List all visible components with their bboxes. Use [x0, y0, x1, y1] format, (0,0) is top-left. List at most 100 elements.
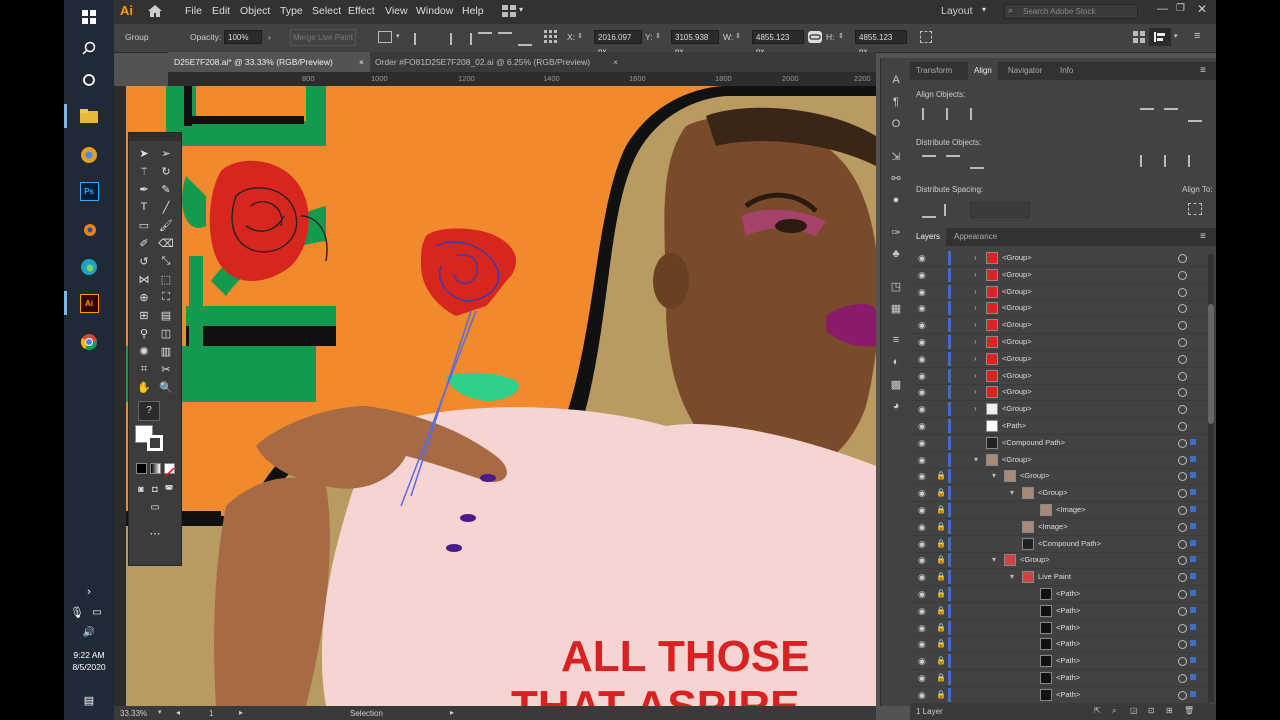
selection-tool-icon[interactable]: ➤ [135, 145, 153, 161]
layer-row[interactable]: ◉ 🔒 <Image> [910, 519, 1210, 536]
eyedropper-tool-icon[interactable]: ⚲ [135, 325, 153, 341]
visibility-eye-icon[interactable]: ◉ [918, 589, 926, 600]
layer-name[interactable]: <Path> [1056, 656, 1080, 665]
volume-icon[interactable]: 🔊 [77, 620, 101, 644]
slice-tool-icon[interactable]: ✂ [157, 361, 175, 377]
chrome-icon[interactable] [77, 330, 101, 354]
layer-name[interactable]: <Group> [1002, 371, 1032, 380]
selection-indicator[interactable] [1190, 522, 1196, 529]
vertical-align-top-icon[interactable] [1140, 108, 1154, 122]
layer-name[interactable]: <Group> [1020, 471, 1050, 480]
layer-row[interactable]: ◉ › <Group> [910, 267, 1210, 284]
layer-name[interactable]: <Group> [1002, 303, 1032, 312]
visibility-eye-icon[interactable]: ◉ [918, 505, 926, 516]
opentype-icon[interactable]: O [888, 116, 904, 132]
layer-row[interactable]: ◉ › <Group> [910, 250, 1210, 267]
layer-row[interactable]: ◉ 🔒 ▾ <Group> [910, 552, 1210, 570]
visibility-eye-icon[interactable]: ◉ [918, 404, 926, 415]
layer-name[interactable]: <Path> [1056, 639, 1080, 648]
export-icon[interactable]: ⇲ [888, 148, 904, 164]
y-field[interactable]: 3105.938 px [671, 30, 719, 56]
chevron-down-icon[interactable]: ▾ [519, 5, 523, 14]
close-icon[interactable]: × [613, 52, 618, 72]
target-circle-icon[interactable] [1178, 522, 1187, 532]
vertical-align-center-icon[interactable] [1164, 108, 1178, 122]
stroke-swatch[interactable] [147, 435, 163, 451]
selection-indicator[interactable] [1190, 590, 1196, 596]
pen-tool-icon[interactable]: ✒ [135, 181, 153, 197]
align-to-selection-icon[interactable] [1188, 203, 1202, 215]
status-menu-icon[interactable]: ▸ [450, 708, 454, 717]
target-circle-icon[interactable] [1178, 422, 1187, 431]
workspace-switcher[interactable]: Layout [941, 5, 973, 17]
selection-indicator[interactable] [1190, 438, 1196, 445]
symbol-sprayer-tool-icon[interactable]: ✺ [135, 343, 153, 359]
next-artboard-icon[interactable]: ▸ [239, 708, 243, 717]
disclosure-triangle-icon[interactable]: › [974, 387, 977, 396]
layer-row[interactable]: ◉ › <Group> [910, 351, 1210, 368]
layer-name[interactable]: <Image> [1056, 505, 1086, 514]
menu-edit[interactable]: Edit [212, 5, 230, 17]
visibility-eye-icon[interactable]: ◉ [918, 606, 926, 617]
chevron-down-icon[interactable]: ▾ [158, 708, 162, 716]
gradient-mode-icon[interactable] [150, 463, 161, 474]
zoom-tool-icon[interactable]: 🔍 [157, 379, 175, 395]
color-mode-icon[interactable] [136, 463, 147, 474]
layer-name[interactable]: <Image> [1038, 522, 1068, 531]
panel-menu-icon[interactable]: ≡ [1194, 30, 1200, 42]
menu-type[interactable]: Type [280, 5, 303, 17]
status-mode[interactable]: Selection [350, 709, 383, 718]
target-circle-icon[interactable] [1178, 472, 1187, 482]
visibility-eye-icon[interactable]: ◉ [918, 488, 926, 499]
edit-toolbar-icon[interactable]: ⋯ [146, 525, 164, 541]
lock-icon[interactable]: 🔒 [936, 673, 946, 682]
disclosure-triangle-icon[interactable]: › [974, 320, 977, 329]
none-mode-icon[interactable] [164, 463, 175, 478]
target-circle-icon[interactable] [1178, 657, 1187, 667]
horizontal-distribute-space-icon[interactable] [944, 204, 960, 216]
color-icon[interactable]: ◕ [888, 398, 904, 414]
visibility-eye-icon[interactable]: ◉ [918, 354, 926, 365]
rotate-tool-icon[interactable]: ↺ [135, 253, 153, 269]
layer-name[interactable]: <Group> [1020, 555, 1050, 564]
visibility-eye-icon[interactable]: ◉ [918, 623, 926, 634]
selection-indicator[interactable] [1190, 539, 1196, 546]
chevron-down-icon[interactable]: ▾ [396, 32, 400, 40]
selection-indicator[interactable] [1190, 640, 1196, 647]
selection-indicator[interactable] [1190, 455, 1196, 462]
menu-help[interactable]: Help [462, 5, 484, 17]
layer-name[interactable]: <Group> [1002, 287, 1032, 296]
layer-name[interactable]: <Path> [1056, 690, 1080, 699]
layer-name[interactable]: <Group> [1002, 337, 1032, 346]
restore-button[interactable]: ❐ [1176, 3, 1185, 14]
transform-grid-icon[interactable] [378, 31, 392, 43]
target-circle-icon[interactable] [1178, 606, 1187, 616]
layer-row[interactable]: ◉ 🔒 <Path> [910, 603, 1210, 620]
artboard-canvas[interactable]: ALL THOSE THAT ASPIRE ➤ ➢ ⚚ ↻ ✒ ✎ T ╱ ▭ … [126, 86, 876, 706]
layer-name[interactable]: <Group> [1002, 387, 1032, 396]
illustrator-icon[interactable]: Ai [77, 291, 101, 315]
layer-name[interactable]: <Path> [1056, 589, 1080, 598]
align-top-icon[interactable] [478, 32, 492, 46]
horizontal-align-center-icon[interactable] [946, 108, 962, 120]
selection-indicator[interactable] [1190, 556, 1196, 563]
photoshop-icon[interactable]: Ps [77, 179, 101, 203]
column-graph-tool-icon[interactable]: ▥ [157, 343, 175, 359]
layers-scroll-thumb[interactable] [1208, 304, 1214, 424]
menu-window[interactable]: Window [416, 5, 453, 17]
tab-navigator[interactable]: Navigator [1002, 62, 1048, 80]
live-paint-bucket-icon[interactable]: ⛶ [157, 289, 175, 305]
target-circle-icon[interactable] [1178, 690, 1187, 700]
free-transform-tool-icon[interactable]: ⬚ [157, 271, 175, 287]
disclosure-triangle-icon[interactable]: › [974, 303, 977, 312]
visibility-eye-icon[interactable]: ◉ [918, 421, 926, 432]
target-circle-icon[interactable] [1178, 338, 1187, 347]
layer-name[interactable]: <Group> [1038, 488, 1068, 497]
layer-row[interactable]: ◉ 🔒 <Path> [910, 653, 1210, 671]
chrome-canary-icon[interactable] [77, 143, 101, 167]
export-assets-icon[interactable]: ⇱ [1094, 706, 1101, 715]
layer-name[interactable]: <Group> [1002, 270, 1032, 279]
selection-indicator[interactable] [1190, 573, 1196, 580]
layer-row[interactable]: ◉ 🔒 <Path> [910, 620, 1210, 637]
visibility-eye-icon[interactable]: ◉ [918, 522, 926, 533]
